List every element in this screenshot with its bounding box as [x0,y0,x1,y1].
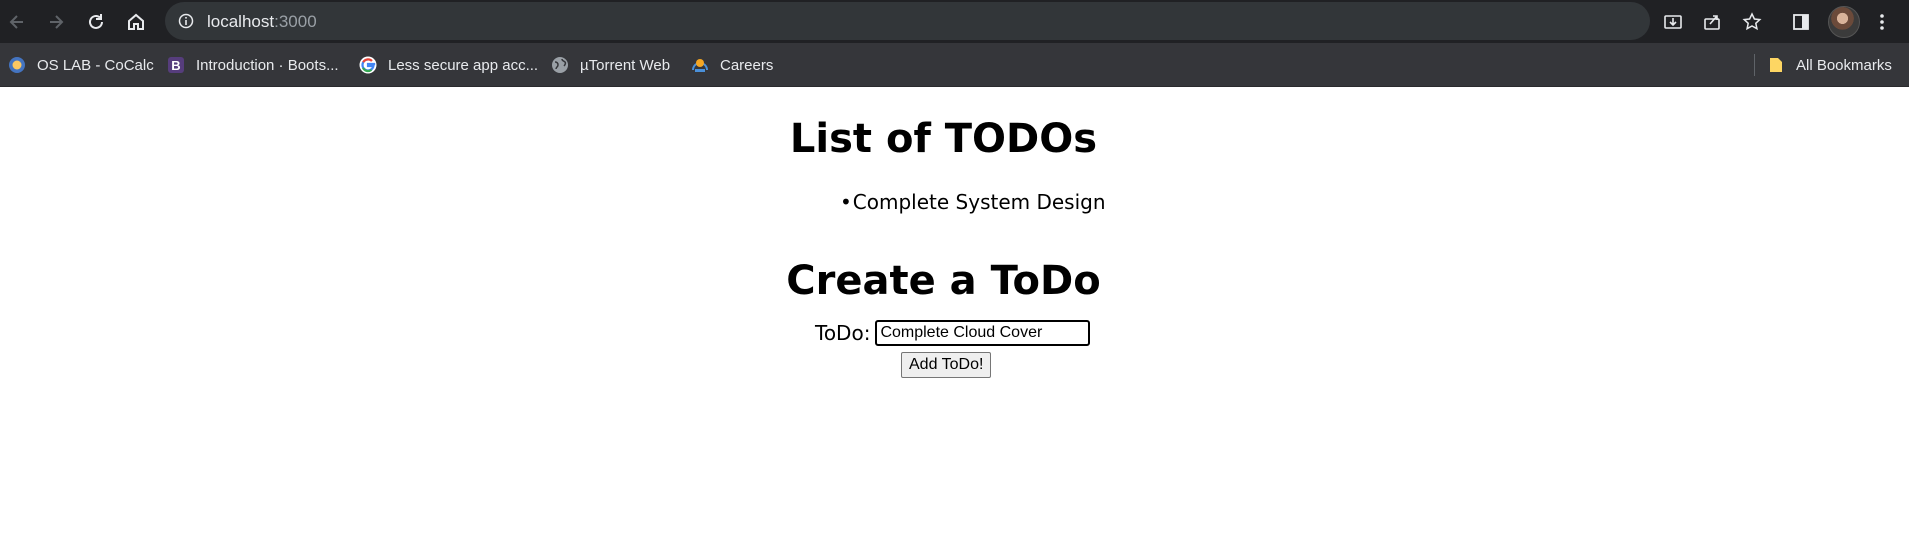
address-bar[interactable]: localhost:3000 [165,2,1650,40]
forward-arrow-icon [50,15,64,29]
profile-avatar[interactable] [1828,6,1860,38]
home-button[interactable] [122,8,150,36]
todo-list: • Complete System Design [840,190,1106,214]
reload-button[interactable] [82,8,110,36]
bookmark-label: OS LAB - CoCalc [37,56,154,74]
bookmark-label: Introduction · Boots... [196,56,339,74]
kebab-menu-icon [1880,14,1884,30]
bookmark-cocalc[interactable]: OS LAB - CoCalc [8,53,154,77]
url-host: localhost [207,12,275,31]
page-content: List of TODOs • Complete System Design C… [0,87,1909,544]
forward-button[interactable] [42,8,70,36]
bookmark-label: Less secure app acc... [388,56,539,74]
bookmark-label: Careers [720,56,774,74]
todo-item: • Complete System Design [840,190,1106,214]
site-info-icon[interactable] [178,13,194,29]
todo-label: ToDo: [815,321,871,345]
todo-text: Complete System Design [852,190,1106,214]
browser-toolbar: localhost:3000 [0,0,1909,43]
svg-text:B: B [171,58,180,73]
side-panel-icon [1793,14,1809,30]
star-icon [1742,12,1762,31]
all-bookmarks-button[interactable]: All Bookmarks [1767,53,1892,77]
bookmark-bootstrap[interactable]: B Introduction · Boots... [167,53,339,77]
google-icon [359,56,377,74]
cocalc-icon [8,56,26,74]
side-panel-button[interactable] [1789,10,1813,34]
bookmark-star-button[interactable] [1740,10,1764,34]
share-button[interactable] [1700,10,1724,34]
menu-button[interactable] [1870,10,1894,34]
create-heading: Create a ToDo [786,258,1101,304]
todo-form: ToDo: [815,320,1091,346]
bookmark-utorrent[interactable]: µTorrent Web [551,53,670,77]
add-todo-button[interactable]: Add ToDo! [901,352,992,378]
bookmark-careers[interactable]: Careers [691,53,773,77]
reload-icon [89,14,103,29]
home-icon [128,13,144,30]
all-bookmarks-label: All Bookmarks [1796,56,1892,74]
list-bullet: • [840,190,852,214]
folder-icon [1767,56,1785,74]
back-arrow-icon [9,15,23,29]
bootstrap-icon: B [167,56,185,74]
bookmark-label: µTorrent Web [580,56,671,74]
install-icon [1664,15,1682,29]
bookmarks-bar: OS LAB - CoCalc B Introduction · Boots..… [0,43,1909,87]
careers-icon [691,56,709,74]
url-text[interactable]: localhost:3000 [207,12,317,32]
url-port: :3000 [274,12,317,31]
list-heading: List of TODOs [789,116,1098,162]
share-icon [1704,15,1720,30]
globe-icon [551,56,569,74]
back-button[interactable] [3,8,31,36]
todo-input[interactable] [875,320,1091,346]
bookmarks-divider [1754,54,1755,76]
bookmark-google[interactable]: Less secure app acc... [359,53,538,77]
install-app-button[interactable] [1661,10,1685,34]
